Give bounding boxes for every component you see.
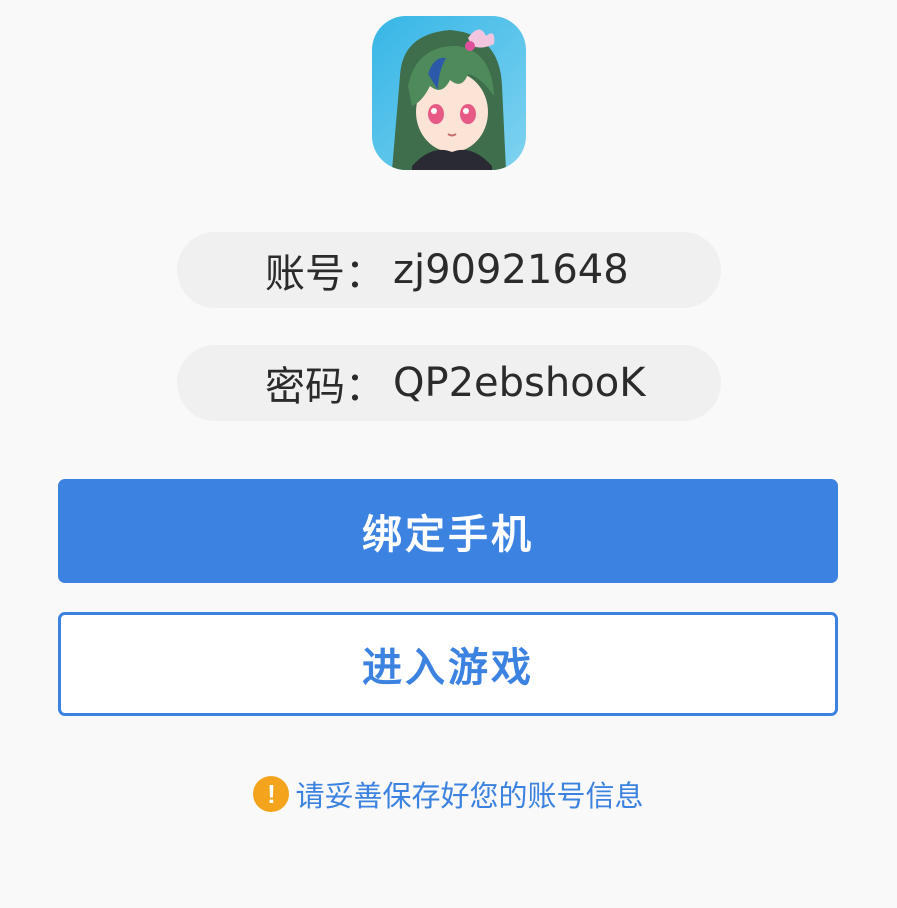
game-character-icon [372, 16, 526, 170]
app-icon [372, 16, 526, 170]
notice-text: 请妥善保存好您的账号信息 [295, 779, 644, 813]
save-account-notice: ! 请妥善保存好您的账号信息 [0, 773, 897, 815]
password-field: 密码： QP2ebshooK [177, 345, 721, 421]
warning-icon: ! [253, 776, 290, 812]
password-label: 密码： [265, 364, 385, 410]
password-value: QP2ebshooK [393, 360, 646, 406]
account-field: 账号： zj90921648 [177, 232, 721, 308]
bind-phone-button[interactable]: 绑定手机 [58, 479, 838, 583]
enter-game-button[interactable]: 进入游戏 [58, 612, 838, 716]
account-value: zj90921648 [393, 247, 629, 293]
account-label: 账号： [265, 251, 385, 297]
